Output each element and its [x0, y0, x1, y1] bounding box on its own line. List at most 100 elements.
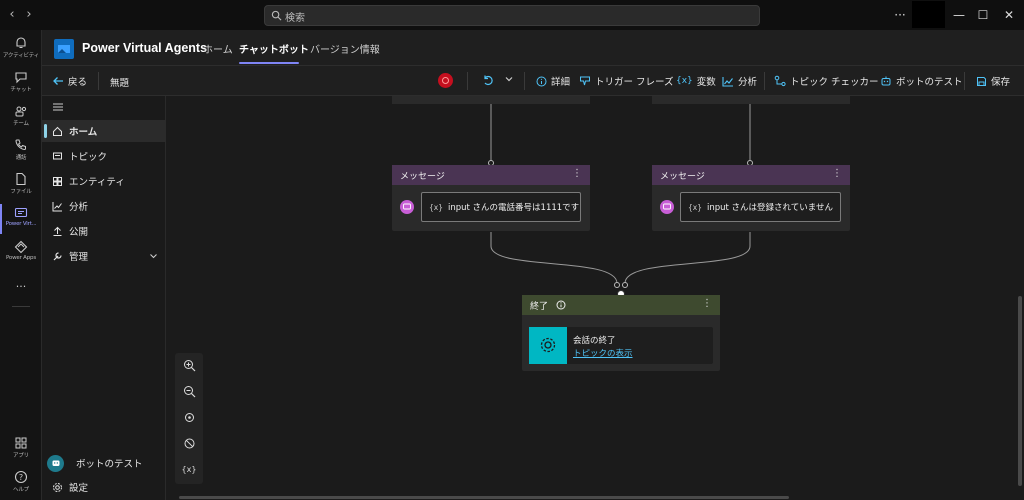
test-bot-button[interactable]: ボットのテスト — [880, 74, 963, 88]
rail-label: 通話 — [15, 155, 27, 161]
save-button[interactable]: 保存 — [976, 74, 1010, 88]
rail-item-chat[interactable]: チャット — [0, 70, 42, 93]
node-title: メッセージ — [660, 171, 705, 182]
rail-label: Power Virt... — [5, 221, 37, 227]
fit-view-button[interactable] — [175, 431, 203, 457]
forward-arrow-icon[interactable]: › — [21, 7, 37, 23]
nav-item-topics[interactable]: トピック — [42, 145, 166, 167]
nav-test-bot-button[interactable]: ボットのテスト — [42, 452, 166, 474]
end-conversation-action[interactable]: 会話の終了 トピックの表示 — [529, 327, 713, 364]
end-conversation-title: 会話の終了 — [573, 336, 616, 346]
zoom-out-button[interactable] — [175, 379, 203, 405]
message-node[interactable]: メッセージ ⋮ {x} input さんの電話番号は1111です — [392, 165, 590, 231]
tab-home[interactable]: ホーム — [203, 41, 233, 56]
svg-text:?: ? — [19, 473, 23, 482]
zoom-in-button[interactable] — [175, 353, 203, 379]
zoom-out-icon — [183, 386, 195, 398]
avatar[interactable] — [912, 1, 945, 28]
node-title: 終了 — [530, 301, 549, 312]
node-title: メッセージ — [400, 171, 445, 182]
nav-item-manage[interactable]: 管理 — [42, 245, 166, 267]
back-arrow-icon[interactable]: ‹ — [4, 7, 20, 23]
apps-icon — [15, 437, 27, 449]
variables-label: 変数 — [696, 77, 716, 88]
close-button[interactable]: ✕ — [994, 0, 1024, 30]
message-node[interactable]: メッセージ ⋮ {x} input さんは登録されていません — [652, 165, 850, 231]
recenter-button[interactable] — [175, 405, 203, 431]
rail-item-calls[interactable]: 通話 — [0, 138, 42, 161]
more-options-button[interactable]: ··· — [885, 0, 915, 30]
power-virtual-agents-logo-icon — [54, 39, 74, 59]
upload-icon — [53, 226, 62, 236]
bot-avatar-icon — [47, 454, 64, 472]
rail-more-button[interactable]: ··· — [0, 280, 42, 293]
analytics-label: 分析 — [738, 77, 758, 88]
title-bar: ‹ › 検索 ··· — ☐ ✕ — [0, 0, 1024, 30]
back-button[interactable]: 戻る — [52, 74, 87, 88]
nav-item-home[interactable]: ホーム — [42, 120, 166, 142]
nav-item-entities[interactable]: エンティティ — [42, 170, 166, 192]
message-node-header: メッセージ ⋮ — [652, 165, 850, 185]
toolbar-divider — [467, 72, 468, 90]
topic-name[interactable]: 無題 — [110, 75, 129, 89]
message-text-box[interactable]: {x} input さんは登録されていません — [680, 192, 841, 222]
error-icon[interactable] — [438, 73, 453, 88]
topic-checker-icon — [774, 75, 786, 87]
chart-line-icon — [722, 76, 733, 87]
settings-label: 設定 — [69, 483, 89, 494]
undo-dropdown-button[interactable] — [504, 74, 514, 84]
variables-button[interactable]: {x} 変数 — [676, 74, 716, 88]
tab-version-info[interactable]: バージョン情報 — [310, 41, 380, 56]
toolbar-divider — [98, 72, 99, 90]
help-icon: ? — [14, 470, 28, 484]
rail-item-power-virtual-agents[interactable]: Power Virt... — [0, 206, 42, 227]
rail-label: アクティビティ — [2, 53, 40, 59]
rail-label: Power Apps — [6, 255, 36, 261]
rail-item-power-apps[interactable]: Power Apps — [0, 240, 42, 261]
topic-checker-label: トピック チェッカー — [790, 77, 879, 88]
chat-icon — [15, 72, 27, 84]
rail-item-files[interactable]: ファイル — [0, 172, 42, 195]
info-icon[interactable] — [556, 300, 566, 310]
app-header: Power Virtual Agents ホーム チャットボット バージョン情報 — [42, 30, 1024, 66]
variables-panel-button[interactable]: {x} — [175, 457, 203, 483]
home-icon — [53, 126, 62, 136]
trigger-phrases-label: トリガー フレーズ — [595, 77, 674, 88]
message-bubble-icon — [660, 200, 674, 214]
more-vertical-icon[interactable]: ⋮ — [832, 168, 842, 179]
variable-icon: {x} — [688, 202, 702, 212]
rail-item-help[interactable]: ? ヘルプ — [0, 470, 42, 493]
nav-item-publish[interactable]: 公開 — [42, 220, 166, 242]
more-vertical-icon[interactable]: ⋮ — [572, 168, 582, 179]
rail-label: チャット — [10, 87, 32, 93]
toolbar-divider — [964, 72, 965, 90]
nav-item-analytics[interactable]: 分析 — [42, 195, 166, 217]
nav-settings-button[interactable]: 設定 — [42, 476, 166, 498]
view-topic-link[interactable]: トピックの表示 — [573, 347, 633, 359]
nav-active-indicator — [44, 124, 47, 138]
horizontal-scrollbar[interactable] — [179, 496, 789, 499]
message-text-box[interactable]: {x} input さんの電話番号は1111です — [421, 192, 581, 222]
tab-chatbot[interactable]: チャットボット — [239, 41, 309, 56]
more-vertical-icon[interactable]: ⋮ — [702, 298, 712, 309]
authoring-canvas[interactable]: メッセージ ⋮ {x} input さんの電話番号は1111です メッセージ ⋮… — [166, 96, 1024, 500]
test-bot-label: ボットのテスト — [76, 459, 143, 470]
rail-item-apps[interactable]: アプリ — [0, 436, 42, 459]
chevron-down-icon — [505, 77, 513, 82]
power-virtual-agents-icon — [14, 207, 28, 218]
message-text: input さんは登録されていません — [706, 203, 834, 213]
search-box[interactable]: 検索 — [264, 5, 760, 26]
end-node[interactable]: 終了 ⋮ 会話の終了 トピックの表示 — [522, 295, 720, 371]
details-button[interactable]: 詳細 — [536, 74, 570, 88]
rail-item-teams[interactable]: チーム — [0, 104, 42, 127]
rail-label: チーム — [13, 121, 29, 127]
vertical-scrollbar[interactable] — [1018, 296, 1022, 486]
gear-icon — [53, 482, 62, 492]
trigger-phrases-button[interactable]: トリガー フレーズ — [579, 74, 674, 88]
target-icon — [184, 413, 194, 422]
analytics-button[interactable]: 分析 — [722, 74, 757, 88]
rail-item-activity[interactable]: アクティビティ — [0, 36, 42, 59]
undo-button[interactable] — [482, 74, 494, 86]
hamburger-menu-icon[interactable] — [52, 102, 64, 112]
topic-checker-button[interactable]: トピック チェッカー — [774, 74, 879, 88]
